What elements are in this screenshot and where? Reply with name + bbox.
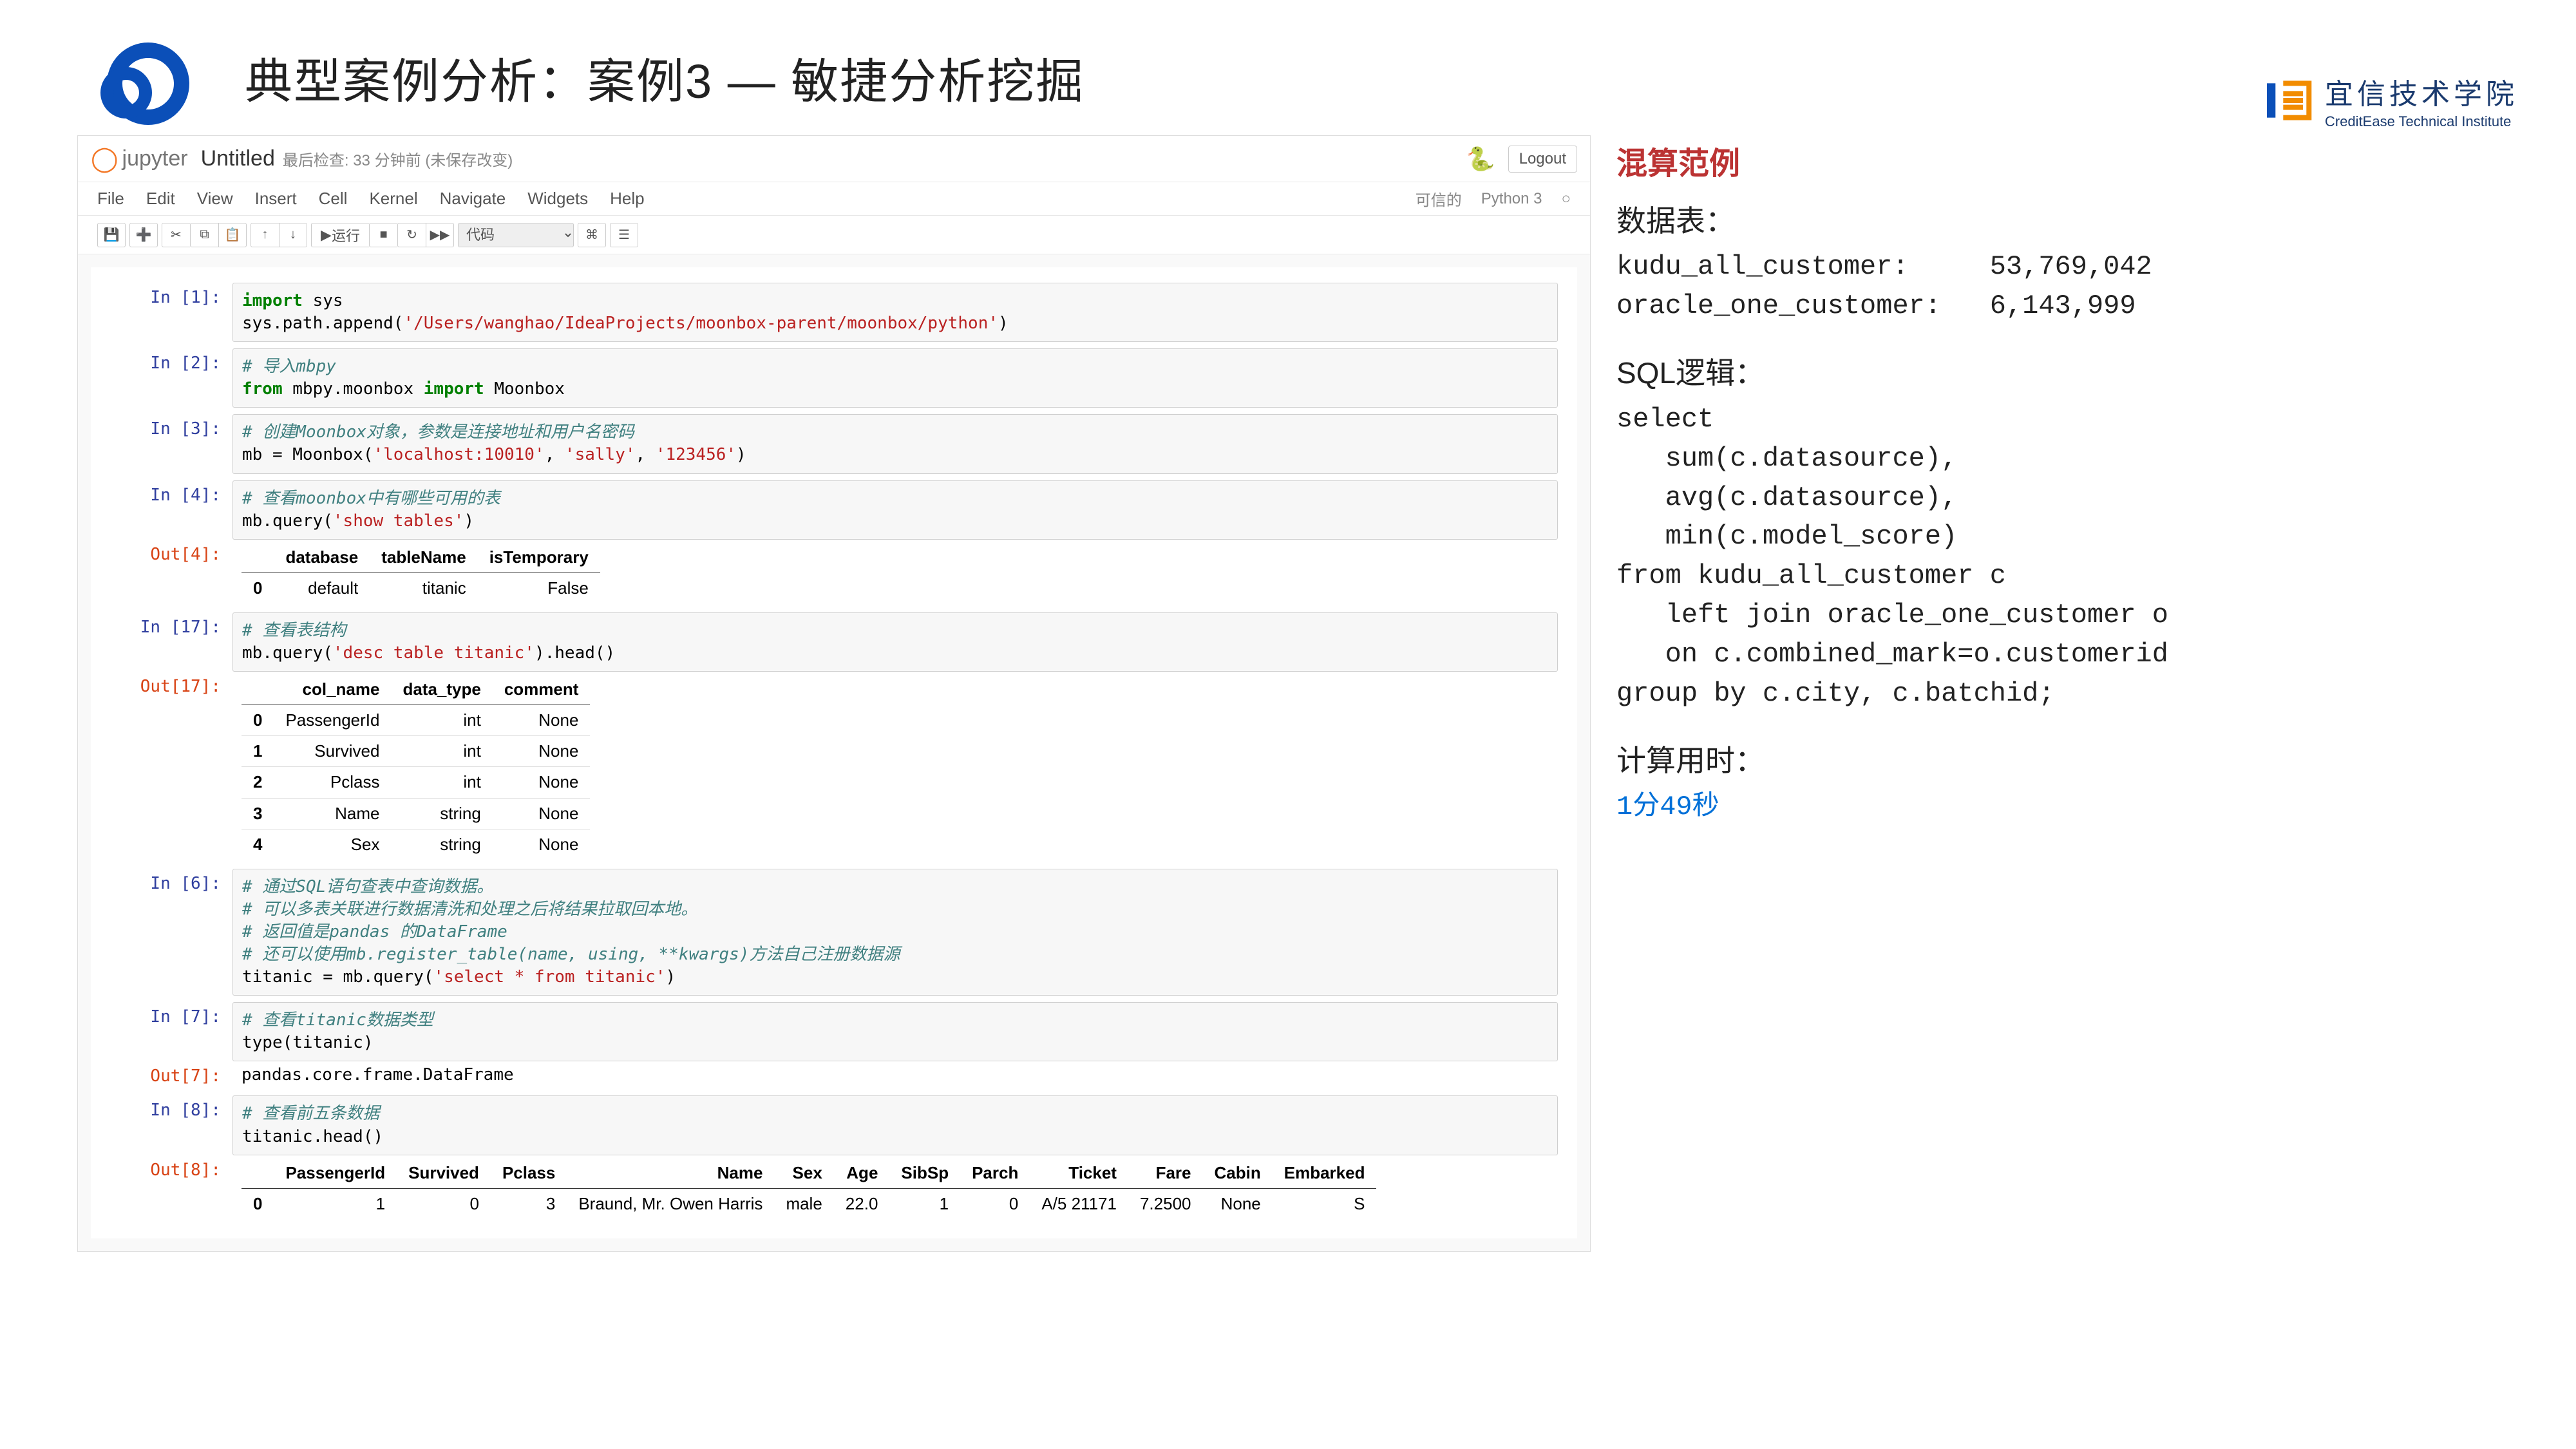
code-cell[interactable]: In [7]:# 查看titanic数据类型 type(titanic)Out[… [91, 999, 1577, 1092]
stop-icon[interactable]: ■ [369, 223, 397, 247]
jupyter-notebook: ◯ jupyter Untitled 最后检查: 33 分钟前 (未保存改变) … [77, 135, 1591, 1252]
logout-button[interactable]: Logout [1508, 146, 1577, 173]
code-input[interactable]: # 查看titanic数据类型 type(titanic) [232, 1002, 1558, 1061]
notebook-cells: In [1]:import sys sys.path.append('/User… [91, 267, 1577, 1238]
in-prompt: In [1]: [91, 283, 232, 307]
move-down-icon[interactable]: ↓ [279, 223, 307, 247]
sql-code: select sum(c.datasource), avg(c.datasour… [1616, 400, 2499, 714]
move-up-icon[interactable]: ↑ [251, 223, 279, 247]
jupyter-icon: ◯ [91, 144, 118, 173]
notebook-header: ◯ jupyter Untitled 最后检查: 33 分钟前 (未保存改变) … [78, 136, 1590, 182]
slide-title: 典型案例分析：案例3 — 敏捷分析挖掘 [245, 43, 1084, 112]
kernel-name[interactable]: Python 3 [1481, 190, 1542, 208]
out-prompt: Out[7]: [91, 1061, 232, 1086]
code-cell[interactable]: In [1]:import sys sys.path.append('/User… [91, 280, 1577, 345]
code-input[interactable]: # 创建Moonbox对象，参数是连接地址和用户名密码 mb = Moonbox… [232, 414, 1558, 473]
cell-output: databasetableNameisTemporary0defaulttita… [232, 540, 1558, 606]
cell-output: PassengerIdSurvivedPclassNameSexAgeSibSp… [232, 1155, 1558, 1222]
jupyter-logo-text: jupyter [122, 146, 188, 171]
menu-help[interactable]: Help [610, 189, 644, 208]
cut-icon[interactable]: ✂ [162, 223, 190, 247]
brand: 宜信技术学院 CreditEase Technical Institute [2262, 71, 2518, 130]
menu-file[interactable]: File [97, 189, 124, 208]
cellbar-icon[interactable]: ☰ [610, 223, 638, 247]
table1-row: kudu_all_customer: 53,769,042 [1616, 247, 2499, 287]
time-value: 1分49秒 [1616, 788, 2499, 827]
brand-en: CreditEase Technical Institute [2325, 113, 2518, 130]
tables-label: 数据表： [1616, 200, 2499, 243]
out-prompt: Out[17]: [91, 672, 232, 696]
code-cell[interactable]: In [8]:# 查看前五条数据 titanic.head()Out[8]:Pa… [91, 1093, 1577, 1224]
save-icon[interactable]: 💾 [97, 223, 126, 247]
checkpoint-text: 最后检查: 33 分钟前 (未保存改变) [283, 147, 513, 170]
brand-icon [2262, 75, 2313, 126]
in-prompt: In [17]: [91, 612, 232, 637]
code-cell[interactable]: In [6]:# 通过SQL语句查表中查询数据。 # 可以多表关联进行数据清洗和… [91, 866, 1577, 998]
code-input[interactable]: # 导入mbpy from mbpy.moonbox import Moonbo… [232, 348, 1558, 408]
code-cell[interactable]: In [4]:# 查看moonbox中有哪些可用的表 mb.query('sho… [91, 478, 1577, 609]
python-icon: 🐍 [1466, 146, 1495, 173]
out-prompt: Out[8]: [91, 1155, 232, 1180]
menu-widgets[interactable]: Widgets [527, 189, 588, 208]
notebook-title[interactable]: Untitled [201, 146, 275, 171]
out-prompt: Out[4]: [91, 540, 232, 564]
add-cell-icon[interactable]: ➕ [129, 223, 158, 247]
restart-icon[interactable]: ↻ [397, 223, 426, 247]
cell-output: col_namedata_typecomment0PassengerIdintN… [232, 672, 1558, 862]
jupyter-logo[interactable]: ◯ jupyter [91, 144, 188, 173]
code-cell[interactable]: In [17]:# 查看表结构 mb.query('desc table tit… [91, 610, 1577, 865]
menu-insert[interactable]: Insert [255, 189, 297, 208]
in-prompt: In [3]: [91, 414, 232, 439]
code-input[interactable]: # 查看前五条数据 titanic.head() [232, 1095, 1558, 1155]
code-input[interactable]: # 通过SQL语句查表中查询数据。 # 可以多表关联进行数据清洗和处理之后将结果… [232, 869, 1558, 996]
code-input[interactable]: import sys sys.path.append('/Users/wangh… [232, 283, 1558, 342]
slide-header: 典型案例分析：案例3 — 敏捷分析挖掘 宜信技术学院 CreditEase Te… [0, 0, 2576, 135]
menu-navigate[interactable]: Navigate [440, 189, 506, 208]
menu-edit[interactable]: Edit [146, 189, 175, 208]
logo-icon [77, 39, 206, 116]
time-label: 计算用时： [1616, 739, 2499, 782]
in-prompt: In [6]: [91, 869, 232, 893]
menubar: File Edit View Insert Cell Kernel Navigate Widg… [78, 182, 1590, 216]
code-input[interactable]: # 查看表结构 mb.query('desc table titanic').h… [232, 612, 1558, 672]
sql-label: SQL逻辑： [1616, 352, 2499, 395]
cell-output: pandas.core.frame.DataFrame [232, 1061, 1558, 1089]
explanation-panel: 混算范例 数据表： kudu_all_customer: 53,769,042 … [1616, 135, 2499, 1252]
code-cell[interactable]: In [2]:# 导入mbpy from mbpy.moonbox import… [91, 346, 1577, 410]
in-prompt: In [4]: [91, 480, 232, 505]
code-input[interactable]: # 查看moonbox中有哪些可用的表 mb.query('show table… [232, 480, 1558, 540]
panel-title: 混算范例 [1616, 142, 2499, 187]
in-prompt: In [8]: [91, 1095, 232, 1120]
trusted-indicator[interactable]: 可信的 [1416, 187, 1462, 210]
in-prompt: In [7]: [91, 1002, 232, 1027]
code-cell[interactable]: In [3]:# 创建Moonbox对象，参数是连接地址和用户名密码 mb = … [91, 412, 1577, 476]
paste-icon[interactable]: 📋 [218, 223, 247, 247]
fast-forward-icon[interactable]: ▶▶ [426, 223, 454, 247]
copy-icon[interactable]: ⧉ [190, 223, 218, 247]
menu-kernel[interactable]: Kernel [369, 189, 417, 208]
table2-row: oracle_one_customer: 6,143,999 [1616, 287, 2499, 326]
run-button[interactable]: ▶ 运行 [311, 223, 369, 247]
in-prompt: In [2]: [91, 348, 232, 373]
toolbar: 💾 ➕ ✂ ⧉ 📋 ↑ ↓ ▶ 运行 ■ ↻ ▶▶ 代码 ⌘ ☰ [78, 216, 1590, 254]
command-palette-icon[interactable]: ⌘ [578, 223, 606, 247]
menu-cell[interactable]: Cell [319, 189, 348, 208]
brand-zh: 宜信技术学院 [2325, 71, 2518, 112]
celltype-select[interactable]: 代码 [458, 223, 574, 247]
menu-view[interactable]: View [197, 189, 233, 208]
kernel-status-icon: ○ [1562, 190, 1571, 208]
